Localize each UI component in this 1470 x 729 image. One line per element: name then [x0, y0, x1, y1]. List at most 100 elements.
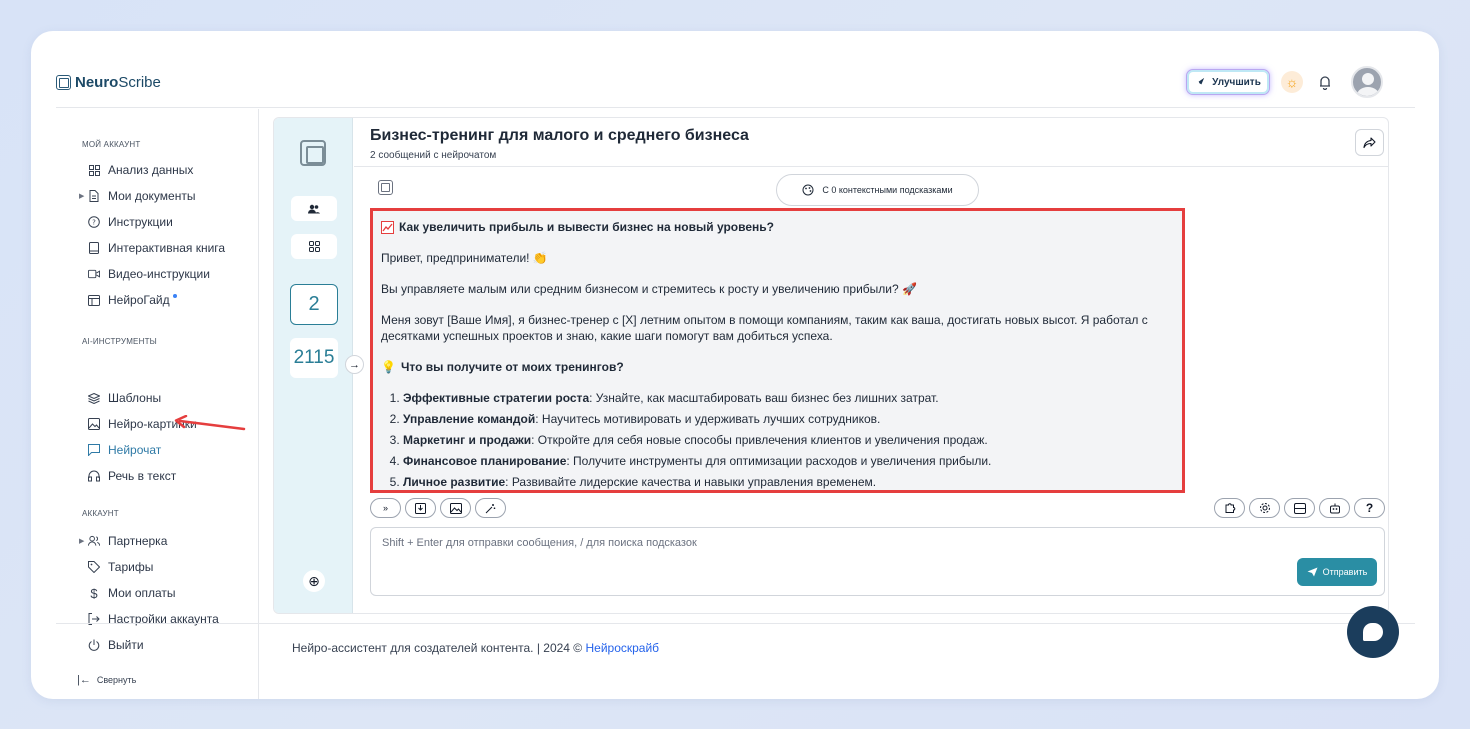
assistant-logo-icon	[378, 180, 393, 195]
chat-subtitle: 2 сообщений с нейрочатом	[370, 150, 497, 161]
chat-title: Бизнес-тренинг для малого и среднего биз…	[370, 127, 749, 144]
message-heading: Как увеличить прибыль и вывести бизнес н…	[381, 219, 1174, 235]
message-bio: Меня зовут [Ваше Имя], я бизнес-тренер с…	[381, 313, 1148, 343]
message-count-badge[interactable]: 2	[290, 284, 338, 325]
chat-logo-icon	[300, 140, 326, 166]
sidebar-item-label: Анализ данных	[108, 163, 194, 177]
sidebar-item-label: Тарифы	[108, 560, 154, 574]
token-count-badge[interactable]: 2115	[290, 338, 338, 378]
sidebar-item-interactive-book[interactable]: Интерактивная книга	[88, 239, 225, 257]
robot-icon[interactable]	[1319, 498, 1350, 518]
layout-panel-icon[interactable]	[1284, 498, 1315, 518]
sidebar-item-label: Мои документы	[108, 189, 196, 203]
section-title-my-account: МОЙ АККАУНТ	[82, 140, 141, 149]
benefits-list: Эффективные стратегии роста: Узнайте, ка…	[403, 390, 1174, 490]
scroll-down-icon[interactable]: »	[370, 498, 401, 518]
chat-rail: 2 2115 ⊕	[274, 118, 353, 613]
palette-icon	[802, 184, 814, 196]
sidebar-item-my-documents[interactable]: ▶ Мои документы	[79, 187, 196, 205]
app-card: NeuroScribe Улучшить ☼ МОЙ АККАУНТ Анали…	[31, 31, 1439, 699]
list-item: Личное развитие: Развивайте лидерские ка…	[403, 474, 1174, 490]
upgrade-button[interactable]: Улучшить	[1186, 69, 1270, 95]
sidebar-item-tariffs[interactable]: Тарифы	[88, 558, 153, 576]
chat-bubble-icon	[1363, 623, 1383, 641]
chat-header-divider	[354, 166, 1388, 167]
sidebar-item-label: Инструкции	[108, 215, 173, 229]
sidebar-item-my-payments[interactable]: $ Мои оплаты	[88, 584, 176, 602]
footer-link[interactable]: Нейроскрайб	[585, 641, 659, 655]
user-avatar[interactable]	[1351, 66, 1383, 98]
message-input[interactable]	[382, 537, 1282, 549]
sidebar-item-account-settings[interactable]: Настройки аккаунта	[88, 610, 219, 628]
sidebar-item-label: Видео-инструкции	[108, 267, 210, 281]
image-gen-icon[interactable]	[440, 498, 471, 518]
help-button[interactable]: ?	[1354, 498, 1385, 518]
sidebar-item-label: Мои оплаты	[108, 586, 176, 600]
settings-gear-icon[interactable]	[1249, 498, 1280, 518]
users-icon	[308, 204, 320, 213]
sidebar-item-label: Интерактивная книга	[108, 241, 226, 255]
headphones-icon	[88, 470, 100, 482]
message-intro: Вы управляете малым или средним бизнесом…	[381, 282, 917, 296]
collapse-label: Свернуть	[96, 675, 137, 685]
lightbulb-icon: 💡	[381, 360, 396, 374]
video-icon	[88, 268, 100, 280]
chart-up-icon	[381, 220, 394, 234]
section-title-ai-tools: AI-ИНСТРУМЕНТЫ	[82, 337, 157, 346]
sidebar-item-neuroguide[interactable]: НейроГайд	[88, 291, 177, 309]
sidebar-item-label: Речь в текст	[108, 469, 177, 483]
brand-name-rest: Scribe	[118, 74, 161, 91]
left-toolbar: »	[370, 498, 506, 518]
collapse-arrow-icon: |←	[77, 674, 91, 686]
support-chat-button[interactable]	[1347, 606, 1399, 658]
power-icon	[88, 639, 100, 651]
sidebar: МОЙ АККАУНТ Анализ данных ▶ Мои документ…	[56, 109, 1415, 699]
sidebar-item-video-instructions[interactable]: Видео-инструкции	[88, 265, 210, 283]
send-button[interactable]: Отправить	[1297, 558, 1377, 586]
right-toolbar: ?	[1214, 498, 1385, 518]
guide-icon	[88, 294, 100, 306]
sidebar-item-label: Шаблоны	[108, 391, 162, 405]
list-item: Эффективные стратегии роста: Узнайте, ка…	[403, 390, 1174, 406]
message-greeting: Привет, предприниматели! 👏	[381, 251, 548, 265]
grid-icon	[308, 241, 320, 252]
new-chat-plus-icon[interactable]: ⊕	[303, 570, 325, 592]
plugin-puzzle-icon[interactable]	[1214, 498, 1245, 518]
sidebar-item-neurochat[interactable]: Нейрочат	[88, 441, 161, 459]
page-footer: Нейро-ассистент для создателей контента.…	[292, 641, 659, 655]
chat-panel: 2 2115 ⊕ → Бизнес-тренинг для малого и с…	[273, 117, 1389, 614]
magic-wand-icon[interactable]	[475, 498, 506, 518]
collapse-sidebar-button[interactable]: |← Свернуть	[77, 674, 136, 686]
sidebar-item-data-analysis[interactable]: Анализ данных	[88, 161, 193, 179]
dollar-icon: $	[90, 585, 98, 601]
section-title-account: АККАУНТ	[82, 509, 119, 518]
sidebar-item-logout[interactable]: Выйти	[88, 636, 144, 654]
brand-logo[interactable]: NeuroScribe	[56, 74, 161, 91]
users-toggle-button[interactable]	[291, 196, 337, 221]
sidebar-item-label: Партнерка	[108, 534, 168, 548]
download-icon[interactable]	[405, 498, 436, 518]
list-item: Финансовое планирование: Получите инстру…	[403, 453, 1174, 469]
sidebar-item-instructions[interactable]: ? Инструкции	[88, 213, 173, 231]
rocket-icon	[1196, 77, 1205, 86]
sidebar-item-speech-to-text[interactable]: Речь в текст	[88, 467, 176, 485]
apps-grid-button[interactable]	[291, 234, 337, 259]
footer-text: Нейро-ассистент для создателей контента.…	[292, 641, 586, 655]
grid-icon	[88, 164, 100, 176]
theme-toggle-sun-icon[interactable]: ☼	[1281, 71, 1303, 93]
users-icon	[88, 535, 100, 547]
brand-name-bold: Neuro	[75, 74, 119, 91]
caret-right-icon[interactable]: ▶	[79, 537, 84, 545]
caret-right-icon[interactable]: ▶	[79, 192, 84, 200]
notifications-bell-icon[interactable]	[1316, 73, 1334, 91]
context-hints-label: С 0 контекстными подсказками	[822, 185, 953, 195]
chat-icon	[88, 444, 100, 456]
sidebar-item-templates[interactable]: Шаблоны	[88, 389, 161, 407]
context-hints-button[interactable]: С 0 контекстными подсказками	[776, 174, 979, 206]
share-button[interactable]	[1355, 129, 1384, 156]
list-item: Маркетинг и продажи: Откройте для себя н…	[403, 432, 1174, 448]
upgrade-label: Улучшить	[1212, 76, 1261, 88]
expand-arrow-icon[interactable]: →	[345, 355, 364, 374]
sidebar-item-partner[interactable]: ▶ Партнерка	[79, 532, 168, 550]
footer-divider	[56, 623, 1415, 624]
